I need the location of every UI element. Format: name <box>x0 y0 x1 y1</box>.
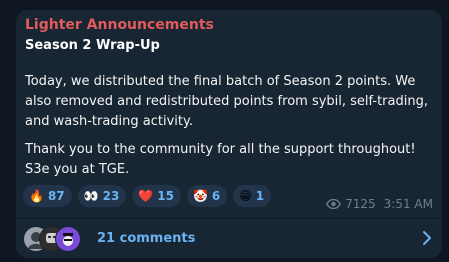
reactions-bar: 🔥 87 👀 23 ❤️ 15 🤡 6 😁 1 <box>23 185 272 207</box>
post-title: Season 2 Wrap-Up <box>25 38 160 53</box>
comments-bar[interactable]: 21 comments <box>16 219 442 258</box>
channel-name[interactable]: Lighter Announcements <box>25 17 214 33</box>
fire-icon: 🔥 <box>29 189 44 203</box>
eyes-icon: 👀 <box>83 189 99 203</box>
reaction-count: 15 <box>157 189 174 203</box>
reaction-count: 6 <box>211 189 221 203</box>
message-time: 3:51 AM <box>383 197 433 211</box>
reaction-eyes[interactable]: 👀 23 <box>77 185 127 207</box>
comments-link[interactable]: 21 comments <box>97 231 195 246</box>
reaction-count: 87 <box>47 189 65 203</box>
post-paragraph-2: Thank you to the community for all the s… <box>25 142 416 177</box>
reaction-count: 1 <box>255 189 265 203</box>
reaction-count: 23 <box>102 189 120 203</box>
reaction-fire[interactable]: 🔥 87 <box>23 185 72 207</box>
message-meta: 7125 3:51 AM <box>326 197 433 211</box>
reaction-grin[interactable]: 😁 1 <box>233 185 272 207</box>
clown-icon: 🤡 <box>192 189 208 203</box>
eye-icon <box>326 199 342 209</box>
commenter-avatars <box>23 225 83 252</box>
post-paragraph-1: Today, we distributed the final batch of… <box>25 74 428 129</box>
grin-icon: 😁 <box>239 189 252 203</box>
chevron-right-icon[interactable] <box>422 230 432 246</box>
avatar-icon <box>55 225 81 252</box>
heart-icon: ❤️ <box>138 189 154 203</box>
reaction-clown[interactable]: 🤡 6 <box>186 185 228 207</box>
message-bubble: Lighter Announcements Season 2 Wrap-Up T… <box>16 10 442 258</box>
view-count: 7125 <box>345 197 376 211</box>
reaction-heart[interactable]: ❤️ 15 <box>132 185 181 207</box>
